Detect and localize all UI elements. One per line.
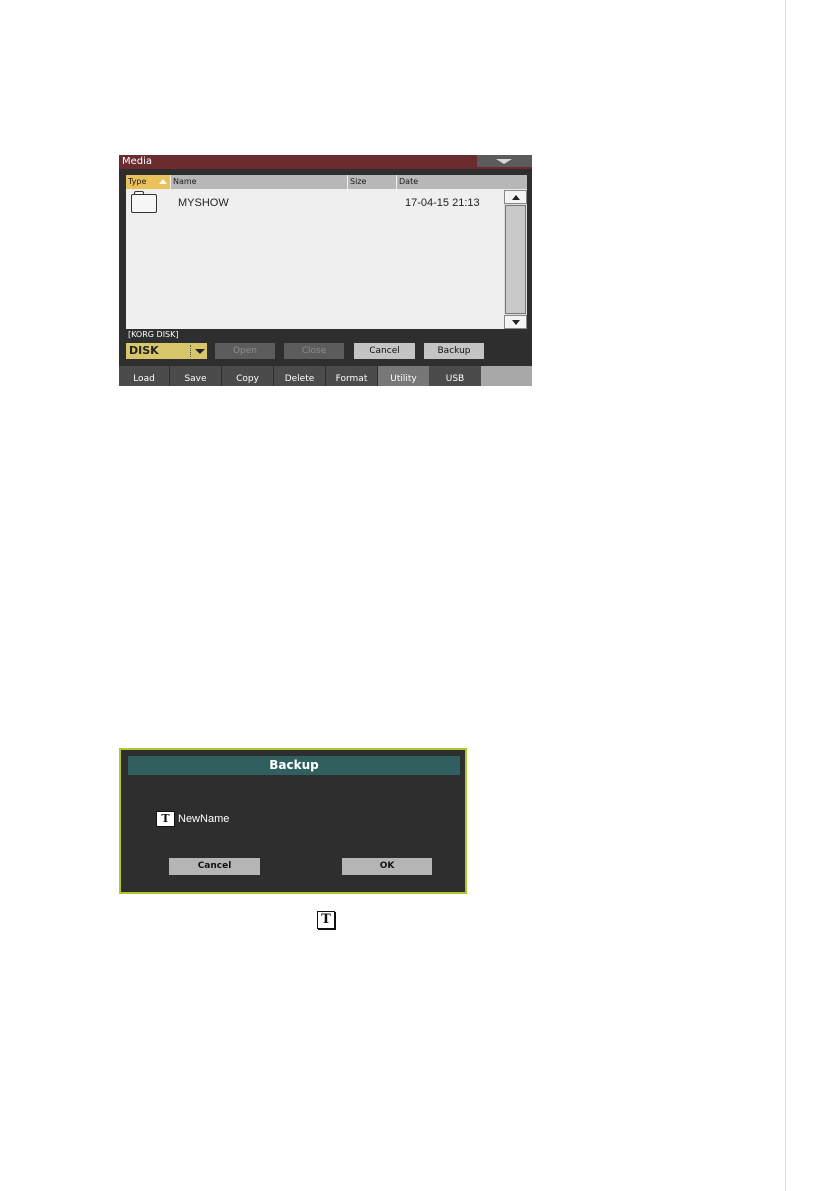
backup-dialog: Backup T NewName Cancel OK: [119, 748, 467, 894]
file-list: Type Name Size Date MYSHOW 17-04-15 21:1…: [126, 175, 527, 329]
column-header-label: Type: [128, 177, 147, 186]
sort-ascending-icon: [159, 179, 167, 184]
chevron-down-icon: [195, 349, 205, 354]
divider: [190, 345, 192, 357]
backup-name-field[interactable]: NewName: [178, 811, 229, 827]
scroll-up-button[interactable]: [504, 190, 527, 204]
tab-usb[interactable]: USB: [429, 366, 481, 386]
tab-delete[interactable]: Delete: [274, 366, 326, 386]
dialog-title: Backup: [128, 756, 460, 775]
column-header-type[interactable]: Type: [126, 175, 170, 189]
media-window: Media Type Name Size Date MYSHOW 17-04-1…: [119, 155, 532, 386]
page-title: Media: [122, 156, 153, 167]
dialog-cancel-button[interactable]: Cancel: [169, 858, 260, 875]
text-edit-icon[interactable]: T: [156, 811, 175, 827]
current-path: [KORG DISK]: [128, 330, 179, 339]
open-button[interactable]: Open: [215, 343, 275, 359]
scrollbar-thumb[interactable]: [505, 205, 526, 314]
tab-utility[interactable]: Utility: [378, 366, 429, 386]
page-margin-rule: [785, 0, 786, 1191]
dialog-ok-button[interactable]: OK: [342, 858, 432, 875]
tab-load[interactable]: Load: [119, 366, 170, 386]
column-header-label: Date: [399, 177, 419, 186]
arrow-down-icon: [512, 320, 520, 325]
arrow-up-icon: [512, 195, 520, 200]
drive-selector[interactable]: DISK: [126, 343, 207, 359]
tab-format[interactable]: Format: [326, 366, 378, 386]
column-header-name[interactable]: Name: [171, 175, 347, 189]
close-button[interactable]: Close: [284, 343, 344, 359]
column-header-size[interactable]: Size: [348, 175, 396, 189]
file-name: MYSHOW: [178, 197, 229, 209]
tab-bar: Load Save Copy Delete Format Utility USB: [119, 366, 532, 386]
list-item[interactable]: MYSHOW 17-04-15 21:13: [126, 191, 504, 215]
column-header-label: Size: [350, 177, 367, 186]
scroll-down-button[interactable]: [504, 315, 527, 329]
vertical-scrollbar[interactable]: [504, 190, 527, 329]
folder-icon: [131, 191, 157, 213]
column-header-label: Name: [173, 177, 197, 186]
tab-bar-filler: [481, 366, 532, 386]
column-header-date[interactable]: Date: [397, 175, 527, 189]
title-bar: Media: [119, 155, 532, 169]
drive-selector-value: DISK: [129, 344, 159, 357]
text-edit-icon: T: [317, 911, 335, 929]
chevron-down-icon: [496, 159, 512, 164]
file-date: 17-04-15 21:13: [405, 197, 480, 209]
tab-save[interactable]: Save: [170, 366, 222, 386]
page-menu-button[interactable]: [477, 155, 532, 169]
tab-copy[interactable]: Copy: [222, 366, 274, 386]
cancel-button[interactable]: Cancel: [354, 343, 415, 359]
backup-button[interactable]: Backup: [424, 343, 484, 359]
